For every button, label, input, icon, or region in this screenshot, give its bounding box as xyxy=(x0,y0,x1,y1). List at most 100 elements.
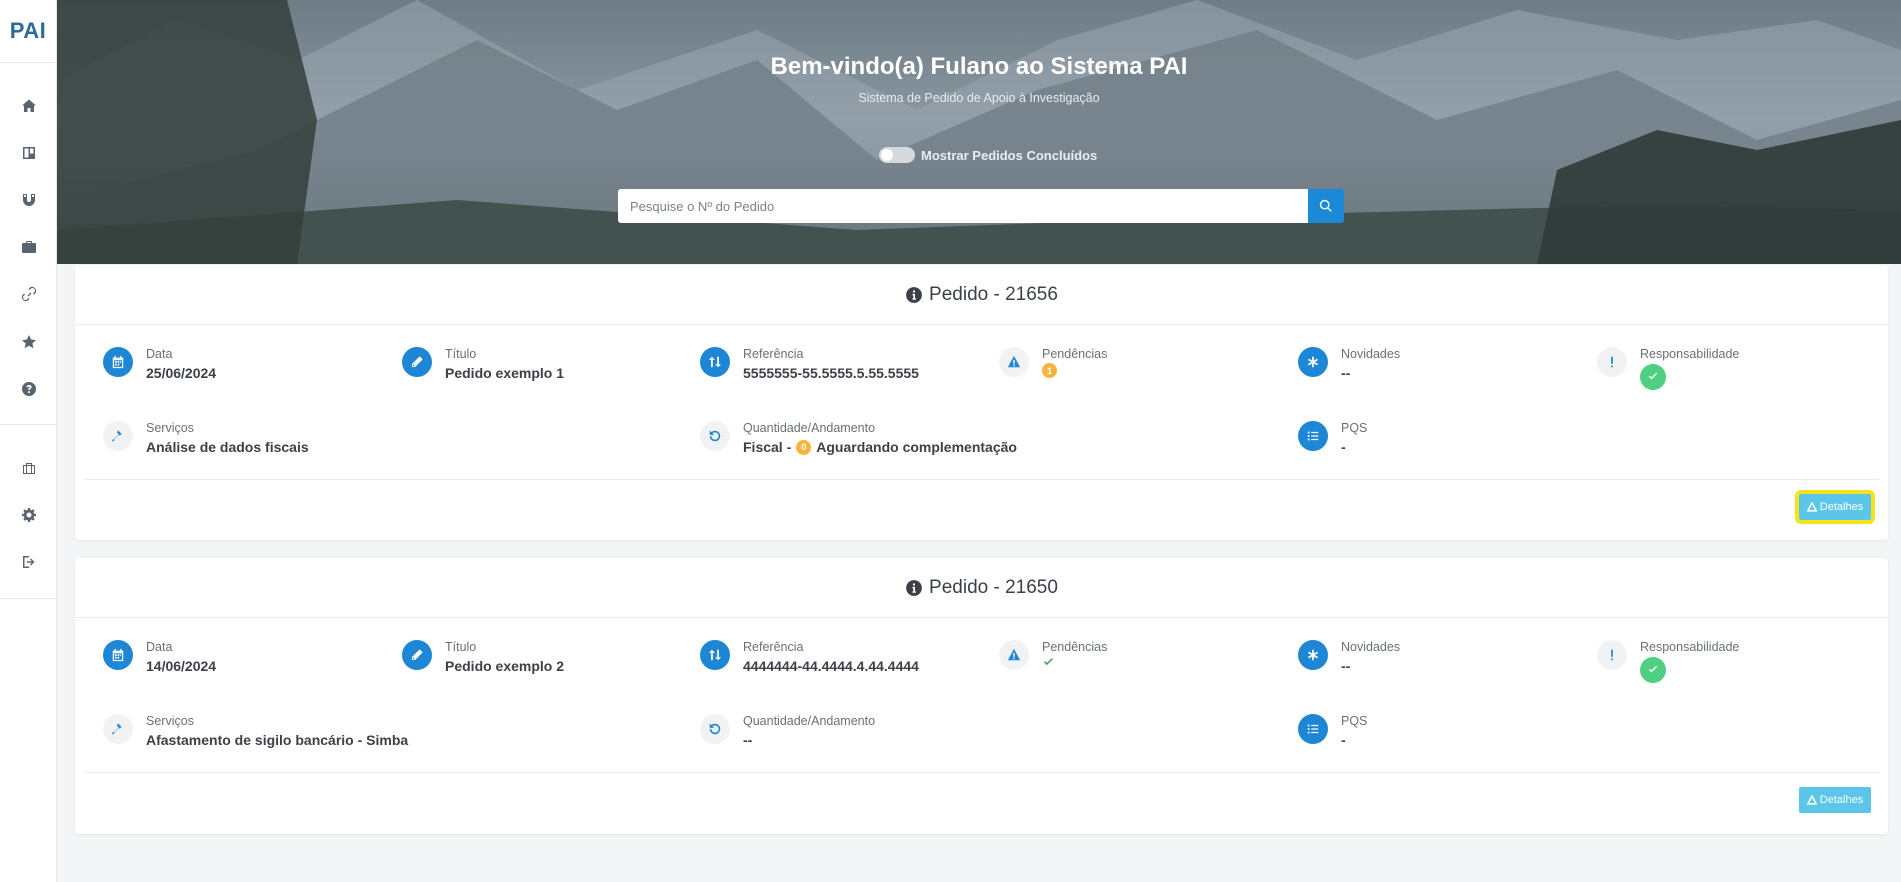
search-bar xyxy=(618,189,1344,223)
field-novidades: Novidades -- xyxy=(1298,346,1400,383)
sort-arrows-icon xyxy=(708,649,722,661)
field-referencia: Referência 5555555-55.5555.5.55.5555 xyxy=(700,346,919,383)
field-text: Responsabilidade xyxy=(1640,639,1739,683)
field-value: 14/06/2024 xyxy=(146,658,217,674)
field-pendencias: Pendências 1 xyxy=(999,346,1107,378)
asterisk-icon xyxy=(1308,356,1318,368)
nav-logout[interactable] xyxy=(0,539,57,586)
calendar-icon xyxy=(112,648,124,662)
field-icon xyxy=(700,421,730,451)
field-label: PQS xyxy=(1341,421,1368,435)
calendar-icon xyxy=(112,355,124,369)
star-icon xyxy=(21,334,36,348)
quantidade-prefix: Fiscal - xyxy=(743,439,792,455)
search-icon xyxy=(1319,199,1332,212)
field-label: Título xyxy=(445,640,477,654)
field-icon xyxy=(999,640,1029,670)
field-text: Pendências xyxy=(1042,639,1107,669)
check-icon xyxy=(1648,665,1658,673)
field-quantidade: Quantidade/Andamento -- xyxy=(700,713,875,750)
field-text: Serviços Afastamento de sigilo bancário -… xyxy=(146,713,408,750)
warning-outline-icon xyxy=(1806,502,1817,512)
info-icon xyxy=(906,286,922,303)
pedido-title: Pedido - 21650 xyxy=(929,576,1058,598)
welcome-subtitle: Sistema de Pedido de Apoio à Investigaçã… xyxy=(858,91,1100,105)
card-footer: Detalhes xyxy=(75,480,1888,538)
check-icon xyxy=(1648,372,1658,380)
field-icon xyxy=(103,421,133,451)
field-text: Data 14/06/2024 xyxy=(146,639,216,676)
field-text: Data 25/06/2024 xyxy=(146,346,216,383)
magnet-icon xyxy=(22,193,35,206)
field-text: Novidades -- xyxy=(1341,639,1400,676)
field-text: Serviços Análise de dados fiscais xyxy=(146,420,309,457)
field-servicos: Serviços Afastamento de sigilo bancário -… xyxy=(103,713,408,750)
nav-favorites[interactable] xyxy=(0,318,57,365)
nav-institution[interactable] xyxy=(0,444,57,491)
field-icon xyxy=(402,347,432,377)
field-label: Data xyxy=(146,640,173,654)
search-button[interactable] xyxy=(1308,189,1344,223)
field-label: Referência xyxy=(743,347,804,361)
field-label: Serviços xyxy=(146,421,194,435)
responsabilidade-ok-badge xyxy=(1640,364,1666,390)
field-icon xyxy=(700,640,730,670)
field-value: 1 xyxy=(1042,363,1107,378)
field-label: Responsabilidade xyxy=(1640,640,1740,654)
logout-icon xyxy=(22,556,34,569)
undo-icon xyxy=(709,723,721,735)
hero-banner: Bem-vindo(a) Fulano ao Sistema PAI Siste… xyxy=(57,0,1901,264)
field-value: - xyxy=(1341,732,1346,748)
nav-home[interactable] xyxy=(0,82,57,129)
nav-group-secondary xyxy=(0,425,56,599)
briefcase-icon xyxy=(21,241,36,254)
brand-logo[interactable]: PAI xyxy=(0,0,56,63)
quantidade-status: Aguardando complementação xyxy=(816,439,1017,455)
nav-group-main xyxy=(0,63,57,426)
card-footer: Detalhes xyxy=(75,773,1888,831)
nav-magnet[interactable] xyxy=(0,176,57,223)
show-completed-toggle[interactable] xyxy=(879,147,915,163)
list-icon xyxy=(1307,431,1319,441)
institution-icon xyxy=(22,462,35,474)
field-icon xyxy=(700,347,730,377)
field-label: Data xyxy=(146,347,173,361)
mountain-scenery-image xyxy=(57,0,1901,264)
toggle-knob xyxy=(881,149,893,161)
nav-help[interactable] xyxy=(0,365,57,412)
field-icon xyxy=(999,347,1029,377)
field-pqs: PQS - xyxy=(1298,713,1367,750)
field-data: Data 14/06/2024 xyxy=(103,639,216,676)
field-icon xyxy=(103,714,133,744)
field-value xyxy=(1042,656,1107,669)
card-header: Pedido - 21656 xyxy=(75,265,1888,325)
gavel-icon xyxy=(111,430,122,442)
sidebar: PAI xyxy=(0,0,57,882)
nav-settings[interactable] xyxy=(0,492,57,539)
detalhes-button[interactable]: Detalhes xyxy=(1795,490,1875,524)
search-input[interactable] xyxy=(618,189,1308,223)
field-label: Responsabilidade xyxy=(1640,347,1740,361)
field-value: -- xyxy=(1341,658,1351,674)
responsabilidade-ok-badge xyxy=(1640,657,1666,683)
pedido-card: Pedido - 21656 Data 25/06/2024 Título Pedi… xyxy=(75,265,1888,540)
nav-links[interactable] xyxy=(0,271,57,318)
info-icon xyxy=(906,579,922,596)
field-label: Referência xyxy=(743,640,804,654)
board-icon xyxy=(22,146,35,159)
detalhes-button[interactable]: Detalhes xyxy=(1799,787,1871,813)
exclamation-icon xyxy=(1611,356,1613,368)
field-value: Pedido exemplo 2 xyxy=(445,658,565,674)
nav-board[interactable] xyxy=(0,129,57,176)
field-icon xyxy=(1597,347,1627,377)
field-data: Data 25/06/2024 xyxy=(103,346,216,383)
field-label: Título xyxy=(445,347,477,361)
pedido-title: Pedido - 21656 xyxy=(929,283,1058,305)
list-icon xyxy=(1307,724,1319,734)
field-label: Novidades xyxy=(1341,640,1401,654)
nav-briefcase[interactable] xyxy=(0,224,57,271)
field-titulo: Título Pedido exemplo 2 xyxy=(402,639,564,676)
link-icon xyxy=(21,287,36,302)
field-label: Novidades xyxy=(1341,347,1401,361)
field-value: Pedido exemplo 1 xyxy=(445,365,565,381)
